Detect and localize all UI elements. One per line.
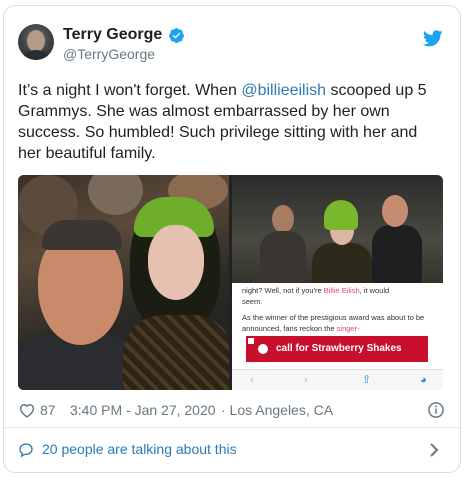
compass-icon: ◕ [420,374,427,386]
article-text: night? Well, not if you're Billie Eilish… [242,285,437,339]
avatar-face [27,30,45,52]
back-icon: ‹ [250,374,254,386]
avatar-shoulders [20,50,52,60]
woman-face [148,225,204,300]
article-highlight: singer- [336,324,360,333]
tweet-text: It’s a night I won't forget. When @billi… [18,80,443,164]
article-text-span: seem. [242,297,263,306]
speech-bubble-icon [19,443,33,458]
singer-green-hair [324,200,358,230]
ad-banner: call for Strawberry Shakes [246,336,428,362]
woman-body [123,315,229,390]
info-icon[interactable] [427,401,445,419]
article-text-span: As the winner of the prestigious award w… [242,313,425,333]
conversation-link[interactable]: 20 people are talking about this [18,440,446,460]
man-body [372,225,422,283]
crowd-figure [88,175,143,215]
audience-body [260,231,306,283]
tweet-meta: 87 3:40 PM - Jan 27, 2020 · Los Angeles,… [18,401,446,419]
conversation-label[interactable]: 20 people are talking about this [42,441,237,457]
browser-toolbar: ‹ › ⇧ ◕ [232,369,443,390]
author-handle[interactable]: @TerryGeorge [63,46,155,62]
ad-dot-icon [258,344,268,354]
forward-icon: › [304,374,308,386]
article-text-span: night? Well, not if you're [242,286,324,295]
avatar[interactable] [18,24,54,60]
singer-body [312,243,372,283]
media-grid[interactable]: night? Well, not if you're Billie Eilish… [18,175,443,390]
ad-text: call for Strawberry Shakes [276,343,402,354]
photo-selfie[interactable] [18,175,229,390]
ad-close-icon [248,338,254,344]
tweet-text-start: It’s a night I won't forget. When [18,82,242,99]
location-link[interactable]: · Los Angeles, CA [221,402,333,418]
audience-face [272,205,294,233]
video-still [232,175,443,283]
article-paragraph: night? Well, not if you're Billie Eilish… [242,285,437,307]
article-paragraph: As the winner of the prestigious award w… [242,312,437,334]
verified-badge-icon [169,28,184,43]
heart-icon[interactable] [18,401,36,419]
like-count[interactable]: 87 [40,402,56,418]
chevron-right-icon[interactable] [428,443,440,457]
twitter-bird-icon[interactable] [423,30,443,47]
article-text-span: , it would [359,286,390,295]
author-name[interactable]: Terry George [63,26,162,44]
divider [3,427,461,428]
mention-link[interactable]: @billieeilish [241,82,326,99]
article-highlight: Billie Eilish [323,286,360,295]
man-face [382,195,408,227]
timestamp-link[interactable]: 3:40 PM - Jan 27, 2020 [70,402,216,418]
man-hair [42,220,122,250]
photo-article-screenshot[interactable]: night? Well, not if you're Billie Eilish… [232,175,443,390]
share-icon: ⇧ [362,374,372,386]
